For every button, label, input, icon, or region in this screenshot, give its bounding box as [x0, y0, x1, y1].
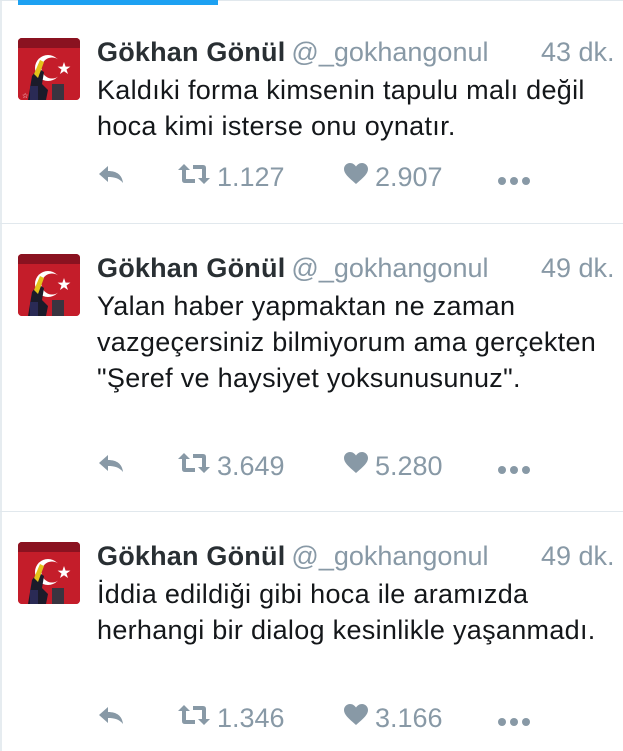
reply-button[interactable]	[97, 449, 125, 483]
svg-text:☆: ☆	[22, 92, 28, 100]
author-name[interactable]: Gökhan Gönül	[97, 37, 285, 67]
author-name[interactable]: Gökhan Gönül	[97, 253, 285, 283]
retweet-count: 1.127	[217, 161, 285, 192]
avatar[interactable]	[18, 542, 80, 604]
heart-icon	[343, 162, 369, 193]
retweet-count: 3.649	[217, 450, 285, 481]
retweet-count: 1.346	[217, 702, 285, 733]
avatar[interactable]: ☆	[18, 38, 80, 100]
tweet-text: Kaldıki forma kimsenin tapulu malı değil…	[97, 75, 585, 141]
author-name[interactable]: Gökhan Gönül	[97, 541, 285, 571]
tweet-actions: 1.346 3.166	[97, 701, 597, 735]
author-handle[interactable]: @_gokhangonul	[291, 37, 488, 67]
more-icon	[497, 451, 531, 482]
heart-icon	[343, 451, 369, 482]
tweet-text: İddia edildiği gibi hoca ile aramızda he…	[97, 579, 596, 645]
retweet-icon	[177, 451, 211, 482]
reply-button[interactable]	[97, 701, 125, 735]
more-button[interactable]	[497, 701, 531, 735]
like-count: 2.907	[375, 161, 443, 192]
more-icon	[497, 162, 531, 193]
like-count: 5.280	[375, 450, 443, 481]
retweet-button[interactable]: 3.649	[177, 449, 285, 483]
retweet-button[interactable]: 1.127	[177, 160, 285, 194]
like-button[interactable]: 2.907	[343, 160, 443, 194]
tweet-timestamp[interactable]: 49 dk.	[541, 539, 615, 573]
tweet-card[interactable]: Gökhan Gönül @_gokhangonul 49 dk. Yalan h…	[0, 224, 623, 511]
tweet-actions: 1.127 2.907	[97, 160, 597, 194]
retweet-icon	[177, 162, 211, 193]
like-button[interactable]: 5.280	[343, 449, 443, 483]
like-count: 3.166	[375, 702, 443, 733]
tweet-timestamp[interactable]: 49 dk.	[541, 251, 615, 285]
author-handle[interactable]: @_gokhangonul	[291, 541, 488, 571]
tweet-text: Yalan haber yapmaktan ne zaman vazgeçers…	[97, 291, 597, 393]
heart-icon	[343, 703, 369, 734]
tweet-actions: 3.649 5.280	[97, 449, 597, 483]
retweet-icon	[177, 703, 211, 734]
author-handle[interactable]: @_gokhangonul	[291, 253, 488, 283]
tweet-header: Gökhan Gönül @_gokhangonul 43 dk.	[97, 35, 615, 69]
active-tab-indicator	[18, 0, 218, 5]
tweet-card[interactable]: Gökhan Gönül @_gokhangonul 49 dk. İddia e…	[0, 512, 623, 751]
more-button[interactable]	[497, 160, 531, 194]
reply-button[interactable]	[97, 160, 125, 194]
tweet-header: Gökhan Gönül @_gokhangonul 49 dk.	[97, 251, 615, 285]
more-button[interactable]	[497, 449, 531, 483]
retweet-button[interactable]: 1.346	[177, 701, 285, 735]
reply-icon	[97, 703, 125, 734]
avatar[interactable]	[18, 254, 80, 316]
tweet-header: Gökhan Gönül @_gokhangonul 49 dk.	[97, 539, 615, 573]
like-button[interactable]: 3.166	[343, 701, 443, 735]
tweet-card[interactable]: ☆ Gökhan Gönül @_gokhangonul 43 dk. Kaldı…	[0, 8, 623, 223]
reply-icon	[97, 451, 125, 482]
more-icon	[497, 703, 531, 734]
tweet-timestamp[interactable]: 43 dk.	[541, 35, 615, 69]
reply-icon	[97, 162, 125, 193]
